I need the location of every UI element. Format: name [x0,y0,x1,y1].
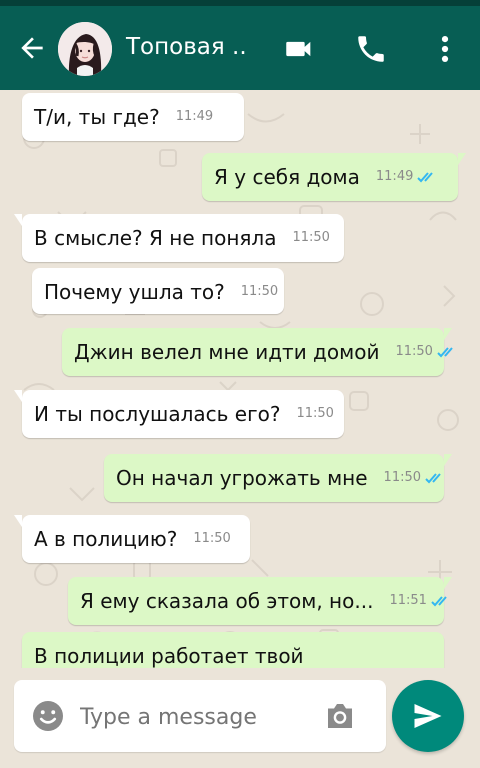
read-receipt-icon [425,472,441,483]
message-bubble-incoming[interactable]: В смысле? Я не поняла 11:50 [14,214,344,262]
read-receipt-icon [417,171,434,182]
more-vertical-icon[interactable] [428,32,462,66]
camera-icon[interactable] [320,698,360,734]
phone-icon[interactable] [354,32,388,66]
message-time: 11:50 [193,530,231,546]
message-text: Джин велел мне идти домой [74,339,380,364]
bubble-tail [444,454,452,466]
profile-picture [58,22,112,76]
bubble-tail [14,515,22,527]
message-bubble-outgoing-partial[interactable]: В полиции работает твой [22,632,444,668]
message-input[interactable] [78,680,318,754]
message-bubble-incoming[interactable]: Т/и, ты где? 11:49 [22,93,244,141]
message-time: 11:50 [383,469,422,485]
message-text: А в полицию? [34,526,178,551]
message-text: Я у себя дома [214,164,360,189]
message-bubble-outgoing[interactable]: Я ему сказала об этом, но... 11:51 [68,577,452,625]
message-bubble-incoming[interactable]: Почему ушла то? 11:50 [32,268,284,314]
avatar[interactable] [58,22,112,76]
message-time: 11:50 [395,343,433,359]
message-text: Он начал угрожать мне [116,465,368,490]
message-bubble-outgoing[interactable]: Джин велел мне идти домой 11:50 [62,328,453,376]
chat-header: Топовая .. [0,6,480,90]
bubble-tail [444,577,452,589]
send-button[interactable] [392,680,464,752]
message-bubble-outgoing[interactable]: Я у себя дома 11:49 [202,153,466,201]
message-text: Я ему сказала об этом, но... [80,588,374,613]
read-receipt-icon [437,346,453,357]
arrow-left-icon[interactable] [16,32,48,64]
bubble-tail [14,214,22,226]
emoji-icon[interactable] [30,698,66,734]
message-text: В смысле? Я не поняла [34,225,277,250]
video-call-icon[interactable] [282,32,316,66]
message-list[interactable]: Т/и, ты где? 11:49 Я у себя дома 11:49 В с… [0,90,480,668]
message-time: 11:50 [240,283,279,299]
chat-title[interactable]: Топовая .. [126,34,247,60]
message-time: 11:51 [389,592,427,608]
read-receipt-icon [431,595,447,606]
message-composer [14,680,386,754]
message-time: 11:49 [375,168,414,184]
message-bubble-outgoing[interactable]: Он начал угрожать мне 11:50 [104,454,452,502]
message-text: Т/и, ты где? [34,104,160,129]
message-text: И ты послушалась его? [34,401,281,426]
message-text: Почему ушла то? [44,279,225,304]
message-time: 11:50 [296,405,334,421]
message-composer-area [0,668,480,768]
bubble-tail [14,390,22,402]
bubble-tail [444,328,452,340]
message-time: 11:49 [175,108,214,124]
message-time: 11:50 [292,229,330,245]
bubble-tail [458,153,466,165]
message-bubble-incoming[interactable]: А в полицию? 11:50 [14,515,250,563]
send-icon [414,704,442,728]
message-text: В полиции работает твой [34,643,304,668]
message-bubble-incoming[interactable]: И ты послушалась его? 11:50 [14,390,344,438]
